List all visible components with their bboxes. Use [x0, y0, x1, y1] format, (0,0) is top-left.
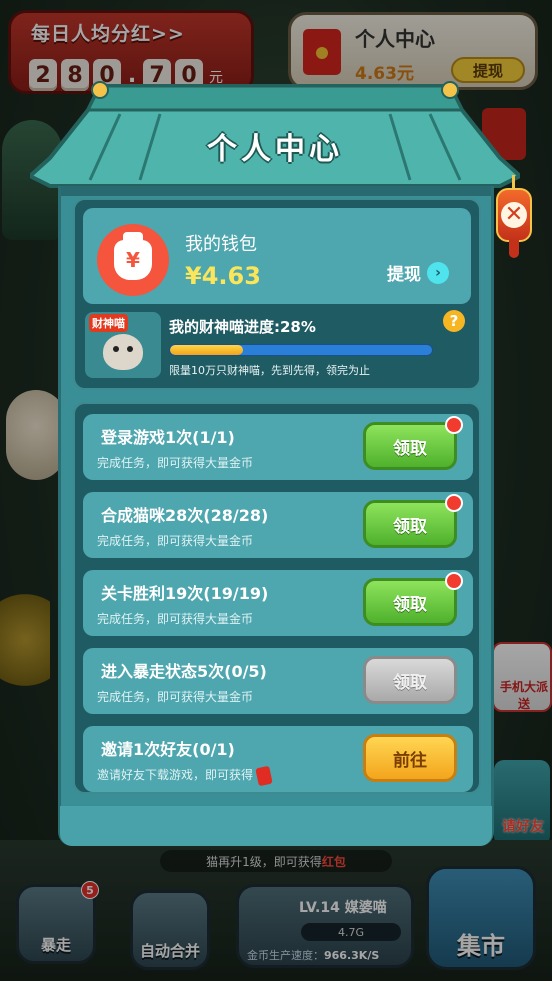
task-title: 邀请1次好友(0/1) [101, 740, 235, 759]
task-item: 进入暴走状态5次(0/5) 完成任务，即可获得大量金币 领取 [83, 648, 473, 714]
modal-footer [60, 806, 492, 846]
modal-title: 个人中心 [207, 132, 343, 167]
task-subtitle: 完成任务，即可获得大量金币 [97, 456, 254, 470]
claim-button[interactable]: 领取 [363, 422, 457, 470]
task-subtitle: 邀请好友下载游戏，即可获得 [97, 765, 273, 786]
task-title: 登录游戏1次(1/1) [101, 428, 235, 447]
task-subtitle: 完成任务，即可获得大量金币 [97, 690, 254, 704]
wallet-section: ¥ 我的钱包 ¥4.63 提现 › [83, 208, 471, 304]
chevron-right-icon: › [427, 261, 449, 284]
task-item: 登录游戏1次(1/1) 完成任务，即可获得大量金币 领取 [83, 414, 473, 480]
notification-dot-icon [445, 572, 463, 590]
task-title: 合成猫咪28次(28/28) [101, 506, 269, 525]
task-title: 关卡胜利19次(19/19) [101, 584, 269, 603]
close-button[interactable]: ✕ [496, 188, 532, 242]
money-bag-symbol: ¥ [114, 232, 152, 280]
notification-dot-icon [445, 494, 463, 512]
wallet-amount: ¥4.63 [185, 262, 261, 290]
lantern-cord [512, 175, 515, 189]
help-icon[interactable]: ? [443, 310, 465, 332]
fortune-progress-note: 限量10万只财神喵，先到先得，领完为止 [169, 364, 370, 377]
task-item: 邀请1次好友(0/1) 邀请好友下载游戏，即可获得 前往 [83, 726, 473, 792]
task-item: 合成猫咪28次(28/28) 完成任务，即可获得大量金币 领取 [83, 492, 473, 558]
close-icon: ✕ [501, 202, 527, 228]
withdraw-button[interactable]: 提现 › [387, 260, 449, 285]
fortune-progress-bar [169, 344, 433, 356]
task-subtitle: 完成任务，即可获得大量金币 [97, 534, 254, 548]
task-list: 登录游戏1次(1/1) 完成任务，即可获得大量金币 领取 合成猫咪28次(28/… [73, 402, 481, 794]
task-title: 进入暴走状态5次(0/5) [101, 662, 267, 681]
cat-face-icon [103, 334, 143, 370]
fortune-progress-title: 我的财神喵进度:28% [169, 318, 316, 336]
fortune-progress-fill [170, 345, 244, 355]
modal-roof: 个人中心 [30, 80, 520, 190]
task-subtitle: 完成任务，即可获得大量金币 [97, 612, 254, 626]
withdraw-label: 提现 [387, 265, 421, 285]
notification-dot-icon [445, 416, 463, 434]
red-envelope-icon [255, 765, 273, 786]
claim-button[interactable]: 领取 [363, 578, 457, 626]
wallet-card: ¥ 我的钱包 ¥4.63 提现 › 财神喵 我的财神喵进度:28% ? 限量10… [73, 198, 481, 390]
fortune-cat-tag: 财神喵 [89, 314, 128, 332]
lantern-tassel [509, 240, 519, 258]
task-item: 关卡胜利19次(19/19) 完成任务，即可获得大量金币 领取 [83, 570, 473, 636]
fortune-cat-avatar: 财神喵 [85, 312, 161, 378]
claim-button[interactable]: 领取 [363, 500, 457, 548]
go-button[interactable]: 前往 [363, 734, 457, 782]
claim-button-disabled[interactable]: 领取 [363, 656, 457, 704]
money-bag-icon: ¥ [97, 224, 169, 296]
wallet-label: 我的钱包 [185, 234, 257, 255]
